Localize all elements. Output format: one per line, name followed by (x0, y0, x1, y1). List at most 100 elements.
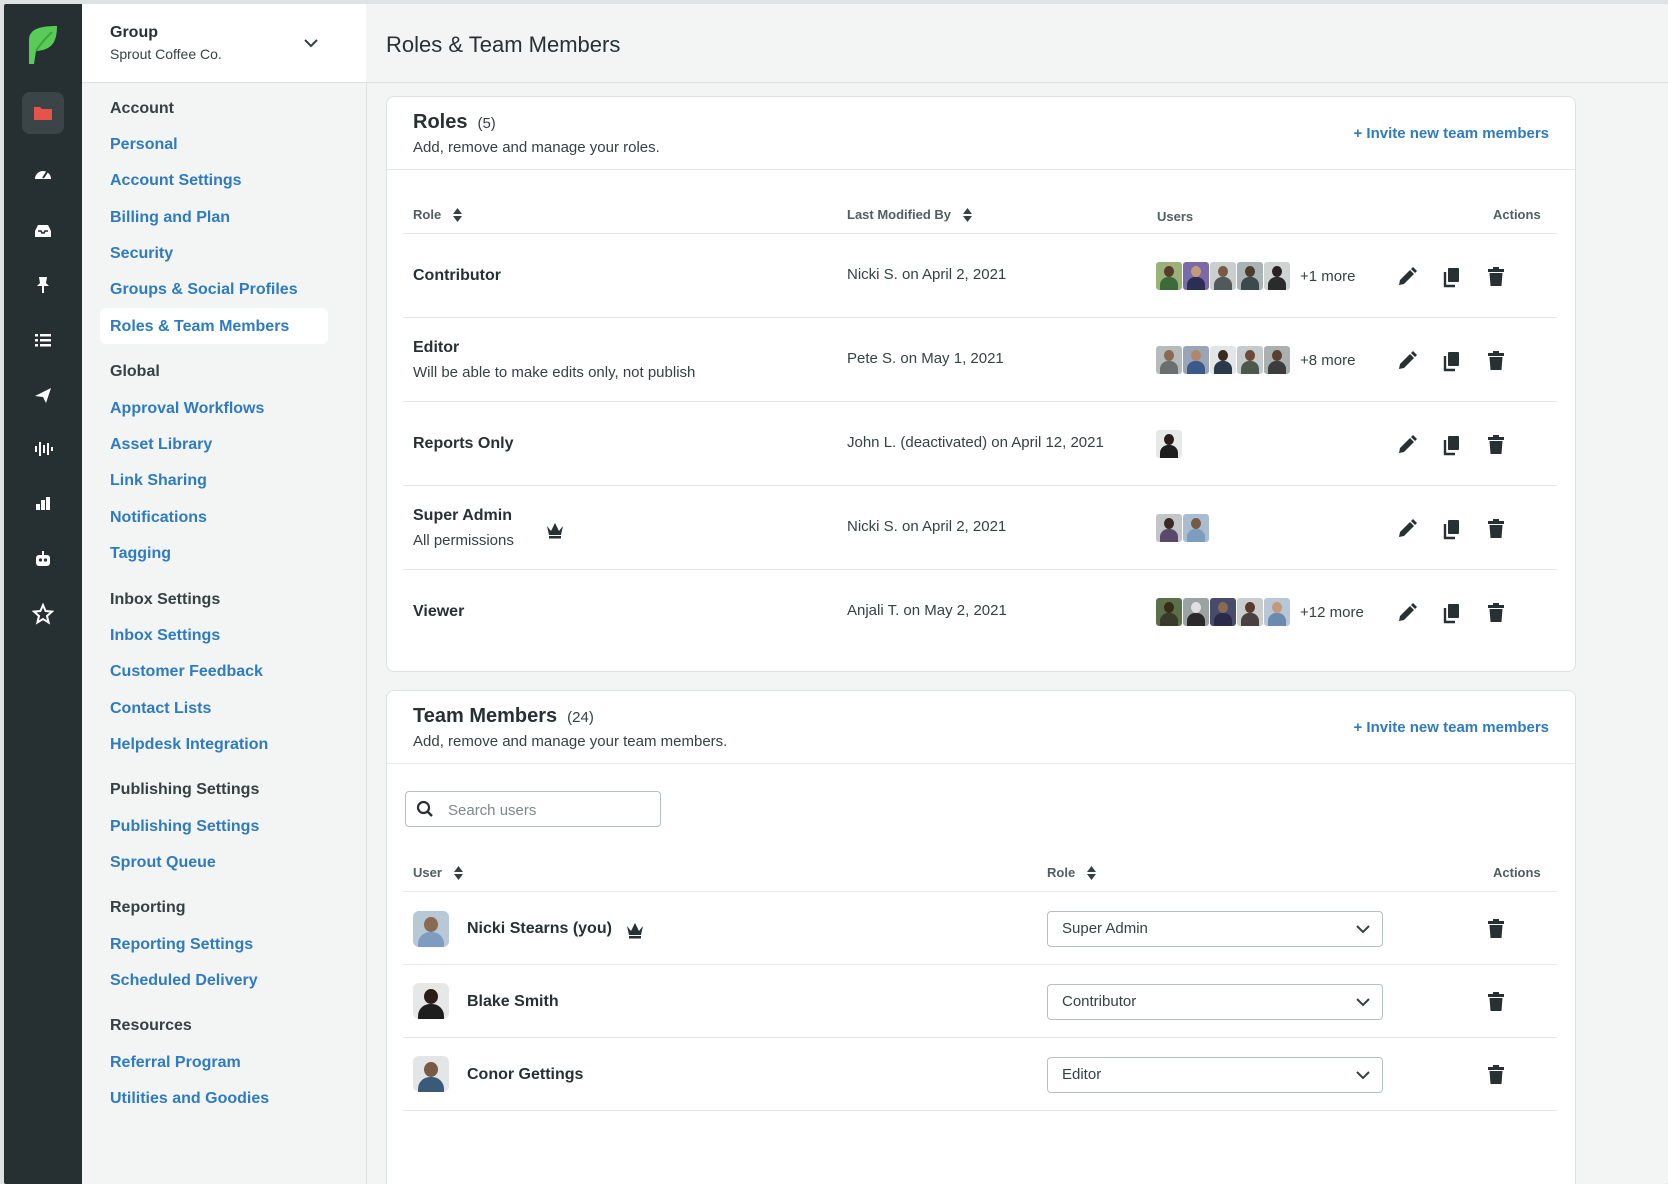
invite-team-members-link[interactable]: + Invite new team members (1354, 125, 1550, 142)
nav-link-publishing-settings[interactable]: Publishing Settings (110, 818, 259, 836)
team-col-role[interactable]: Role (1047, 865, 1097, 880)
nav-link-contact-lists[interactable]: Contact Lists (110, 700, 211, 718)
nav-section-reporting: Reporting (110, 899, 186, 916)
chevron-down-icon (1356, 925, 1370, 934)
chevron-down-icon (1356, 998, 1370, 1007)
avatar (1263, 597, 1291, 627)
trash-icon[interactable] (1485, 434, 1507, 456)
nav-section-resources: Resources (110, 1017, 192, 1034)
trash-icon[interactable] (1485, 1064, 1507, 1086)
nav-link-approval-workflows[interactable]: Approval Workflows (110, 400, 264, 418)
avatar (1182, 513, 1210, 543)
copy-icon[interactable] (1441, 350, 1463, 372)
roles-col-role[interactable]: Role (413, 207, 463, 222)
nav-link-helpdesk[interactable]: Helpdesk Integration (110, 736, 268, 754)
listening-icon[interactable] (22, 428, 64, 470)
trash-icon[interactable] (1485, 602, 1507, 624)
nav-link-sprout-queue[interactable]: Sprout Queue (110, 854, 216, 872)
role-users-avatars[interactable]: +12 more (1155, 597, 1364, 627)
more-users-count[interactable]: +8 more (1300, 352, 1355, 369)
folder-icon[interactable] (22, 92, 64, 134)
nav-link-scheduled-delivery[interactable]: Scheduled Delivery (110, 972, 258, 990)
nav-link-link-sharing[interactable]: Link Sharing (110, 472, 207, 490)
nav-link-reporting-settings[interactable]: Reporting Settings (110, 936, 253, 954)
nav-section-account: Account (110, 100, 174, 117)
trash-icon[interactable] (1485, 266, 1507, 288)
list-icon[interactable] (22, 319, 64, 361)
role-select[interactable]: Super Admin (1047, 911, 1383, 947)
team-col-user[interactable]: User (413, 865, 463, 880)
nav-link-notifications[interactable]: Notifications (110, 509, 207, 527)
dashboard-icon[interactable] (22, 154, 64, 196)
nav-link-utilities[interactable]: Utilities and Goodies (110, 1090, 269, 1108)
nav-link-personal[interactable]: Personal (110, 136, 178, 154)
role-select-value: Editor (1062, 1066, 1102, 1083)
avatar (1263, 261, 1291, 291)
avatar (1263, 345, 1291, 375)
divider (403, 401, 1557, 402)
role-description: All permissions (413, 532, 514, 549)
user-avatar (413, 911, 449, 947)
user-name: Nicki Stearns (you) (467, 920, 612, 937)
copy-icon[interactable] (1441, 518, 1463, 540)
pin-icon[interactable] (22, 264, 64, 306)
edit-icon[interactable] (1396, 350, 1418, 372)
edit-icon[interactable] (1396, 266, 1418, 288)
roles-col-actions: Actions (1493, 207, 1541, 222)
nav-link-referral-program[interactable]: Referral Program (110, 1054, 241, 1072)
bot-icon[interactable] (22, 538, 64, 580)
edit-icon[interactable] (1396, 602, 1418, 624)
divider (403, 569, 1557, 570)
nav-link-billing[interactable]: Billing and Plan (110, 209, 230, 227)
more-users-count[interactable]: +1 more (1300, 268, 1355, 285)
roles-col-modified[interactable]: Last Modified By (847, 207, 973, 222)
user-name: Blake Smith (467, 993, 559, 1010)
nav-link-security[interactable]: Security (110, 245, 173, 263)
nav-section-inbox: Inbox Settings (110, 591, 221, 608)
invite-team-members-link[interactable]: + Invite new team members (1354, 719, 1550, 736)
role-users-avatars[interactable]: +8 more (1155, 345, 1355, 375)
main-content: Roles & Team Members Roles (5) Add, remov… (366, 4, 1668, 1184)
trash-icon[interactable] (1485, 918, 1507, 940)
role-select[interactable]: Contributor (1047, 984, 1383, 1020)
role-select[interactable]: Editor (1047, 1057, 1383, 1093)
avatar (1236, 597, 1264, 627)
sort-icon (453, 207, 463, 222)
roles-count: (5) (477, 115, 496, 132)
group-selector-value: Sprout Coffee Co. (110, 46, 222, 62)
copy-icon[interactable] (1441, 602, 1463, 624)
inbox-icon[interactable] (22, 210, 64, 252)
edit-icon[interactable] (1396, 434, 1418, 456)
group-selector[interactable]: Group Sprout Coffee Co. (82, 4, 366, 83)
search-users-field[interactable] (405, 791, 661, 827)
copy-icon[interactable] (1441, 266, 1463, 288)
trash-icon[interactable] (1485, 518, 1507, 540)
role-name: Viewer (413, 603, 465, 620)
trash-icon[interactable] (1485, 991, 1507, 1013)
avatar (1236, 261, 1264, 291)
nav-link-customer-feedback[interactable]: Customer Feedback (110, 663, 263, 681)
star-icon[interactable] (22, 593, 64, 635)
team-col-user-label: User (413, 865, 442, 880)
nav-link-groups-profiles[interactable]: Groups & Social Profiles (110, 281, 298, 299)
divider (403, 317, 1557, 318)
roles-card-header: Roles (5) Add, remove and manage your rol… (387, 97, 1575, 170)
reports-icon[interactable] (22, 483, 64, 525)
nav-link-account-settings[interactable]: Account Settings (110, 172, 242, 190)
copy-icon[interactable] (1441, 434, 1463, 456)
nav-link-tagging[interactable]: Tagging (110, 545, 171, 563)
trash-icon[interactable] (1485, 350, 1507, 372)
send-icon[interactable] (22, 374, 64, 416)
team-col-role-label: Role (1047, 865, 1076, 880)
sprout-logo-icon[interactable] (26, 24, 60, 64)
nav-link-inbox-settings[interactable]: Inbox Settings (110, 627, 220, 645)
role-users-avatars[interactable]: +1 more (1155, 261, 1355, 291)
role-users-avatars[interactable] (1155, 513, 1210, 543)
edit-icon[interactable] (1396, 518, 1418, 540)
nav-link-roles-team[interactable]: Roles & Team Members (110, 318, 289, 336)
settings-nav: Group Sprout Coffee Co. Account Personal… (82, 4, 367, 1184)
nav-link-asset-library[interactable]: Asset Library (110, 436, 212, 454)
more-users-count[interactable]: +12 more (1300, 604, 1364, 621)
search-input[interactable] (446, 798, 650, 822)
role-users-avatars[interactable] (1155, 429, 1183, 459)
